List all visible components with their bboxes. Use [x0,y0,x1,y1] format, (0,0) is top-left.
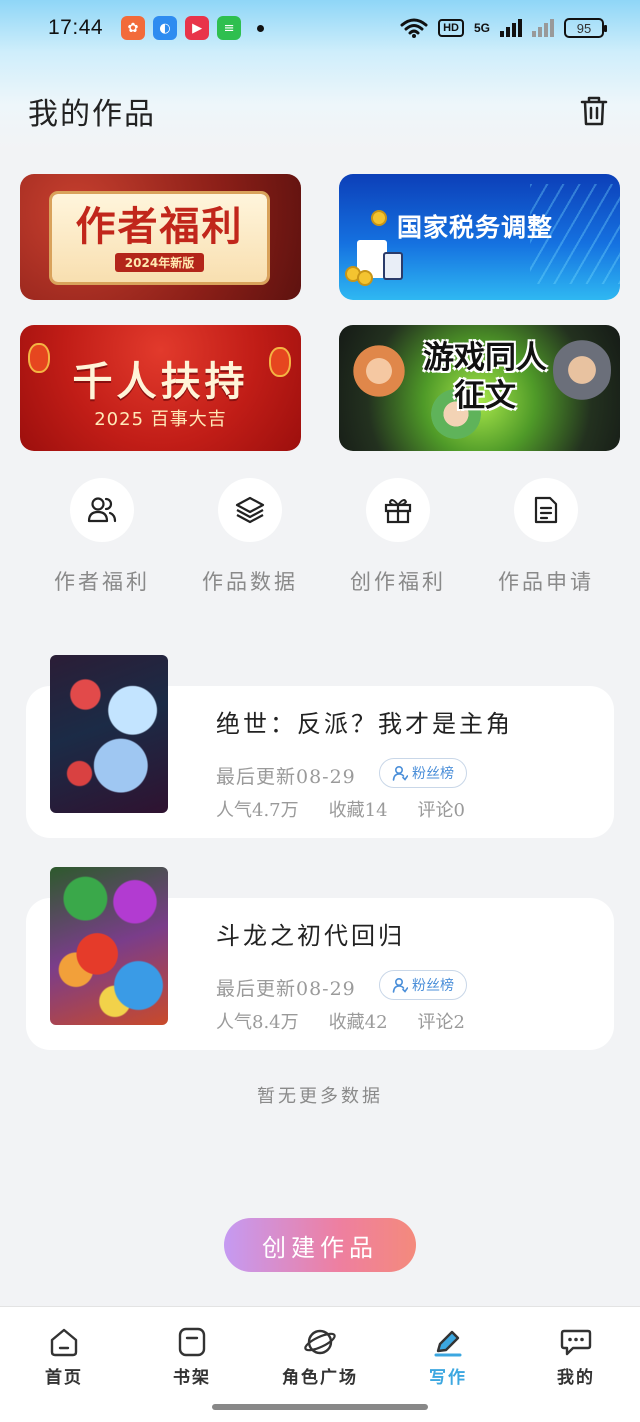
banner-title: 作者福利 [75,203,244,250]
wifi-icon [400,18,428,38]
banner-title: 国家税务调整 [397,213,554,242]
nav-mine[interactable]: 我的 [512,1307,640,1422]
delete-button[interactable] [576,93,612,129]
quick-actions: 作者福利 作品数据 创作福利 作品申请 [28,478,620,596]
action-label: 创作福利 [350,570,446,594]
work-stats: 人气4.7万 收藏14 评论0 [216,796,465,822]
calculator-illustration [383,252,403,280]
gift-icon [384,499,412,524]
pen-icon [434,1330,462,1357]
action-icon-container [514,478,578,542]
chat-icon [560,1329,592,1356]
fans-ranking-button[interactable]: 粉丝榜 [379,758,467,788]
browser-notification-icon: ◐ [153,16,178,40]
signal-icon [500,19,522,37]
nav-label: 写作 [429,1368,467,1388]
layers-icon [235,496,265,524]
create-work-button[interactable]: 创建作品 [224,1218,416,1272]
character-illustration [349,341,409,401]
battery-icon: 95 [564,18,607,38]
work-stats: 人气8.4万 收藏42 评论2 [216,1008,465,1034]
user-icon [392,977,408,993]
work-favorites: 收藏14 [328,800,388,821]
work-title: 绝世：反派？我才是主角 [216,710,513,738]
banner-grid: 作者福利 2024年新版 国家税务调整 千人扶持 2025 百事大吉 游戏同人征… [20,174,620,451]
network-type: 5G [473,21,490,35]
nav-home[interactable]: 首页 [0,1307,128,1422]
notification-icons: ✿ ◐ ▶ ≡ [121,16,265,40]
action-creation-welfare[interactable]: 创作福利 [324,478,472,596]
work-last-updated: 最后更新08-29 [216,766,356,788]
battery-level: 95 [576,20,592,36]
status-bar: 17:44 ✿ ◐ ▶ ≡ HD 5G 95 [0,0,640,56]
action-label: 作品申请 [498,570,594,594]
action-work-data[interactable]: 作品数据 [176,478,324,596]
nav-label: 角色广场 [282,1368,358,1388]
work-comments: 评论0 [417,800,465,821]
action-icon-container [218,478,282,542]
trash-icon [580,96,608,126]
banner-title: 千人扶持 [72,359,249,405]
status-time: 17:44 [48,16,104,39]
coin-illustration [371,210,387,226]
game-fanfic-banner[interactable]: 游戏同人征文 [339,325,620,451]
nav-label: 首页 [45,1368,83,1388]
work-last-updated: 最后更新08-29 [216,978,356,1000]
nav-label: 我的 [557,1368,595,1388]
music-notification-icon: ≡ [217,16,242,40]
home-icon [50,1328,78,1357]
banner-subtitle: 2025 百事大吉 [94,409,227,430]
work-popularity: 人气8.4万 [216,1012,299,1033]
work-card[interactable]: 斗龙之初代回归 最后更新08-29 粉丝榜 人气8.4万 收藏42 评论2 [26,867,614,1050]
author-welfare-banner[interactable]: 作者福利 2024年新版 [20,174,301,300]
fans-label: 粉丝榜 [412,766,454,782]
action-author-welfare[interactable]: 作者福利 [28,478,176,596]
coin-illustration [357,270,373,286]
work-popularity: 人气4.7万 [216,800,299,821]
action-work-application[interactable]: 作品申请 [472,478,620,596]
work-cover-image [50,867,168,1025]
work-title: 斗龙之初代回归 [216,922,405,950]
banner-tag: 2024年新版 [114,252,205,272]
character-illustration [553,335,611,405]
action-label: 作品数据 [202,570,298,594]
work-favorites: 收藏42 [328,1012,388,1033]
user-icon [392,765,408,781]
action-icon-container [366,478,430,542]
hd-badge: HD [438,19,464,37]
fans-label: 粉丝榜 [412,978,454,994]
action-icon-container [70,478,134,542]
more-notifications-icon [257,24,265,32]
no-more-data-text: 暂无更多数据 [257,1086,383,1107]
fans-ranking-button[interactable]: 粉丝榜 [379,970,467,1000]
home-indicator[interactable] [212,1404,428,1410]
tax-banner[interactable]: 国家税务调整 [339,174,620,300]
work-comments: 评论2 [417,1012,465,1033]
work-cover-image [50,655,168,813]
work-card[interactable]: 绝世：反派？我才是主角 最后更新08-29 粉丝榜 人气4.7万 收藏14 评论… [26,655,614,838]
banner-scroll: 作者福利 2024年新版 [52,194,267,282]
document-icon [534,496,558,524]
app-notification-icon: ✿ [121,16,146,40]
support-banner[interactable]: 千人扶持 2025 百事大吉 [20,325,301,451]
planet-icon [304,1329,336,1355]
bookshelf-icon [178,1327,206,1357]
signal-sim2-icon [532,19,554,37]
nav-label: 书架 [173,1368,211,1388]
users-icon [87,497,117,523]
video-notification-icon: ▶ [185,16,210,40]
banner-title: 游戏同人征文 [423,340,547,414]
page-title: 我的作品 [28,97,156,132]
page-header: 我的作品 [28,86,612,136]
action-label: 作者福利 [54,570,150,594]
